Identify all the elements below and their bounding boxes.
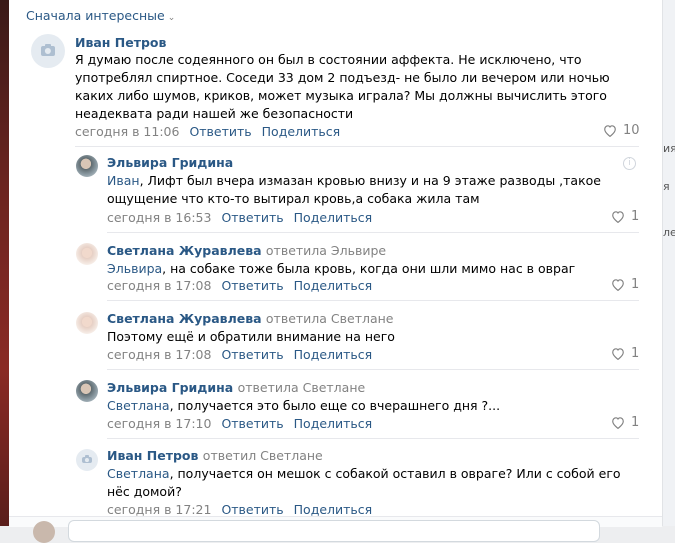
comment-time[interactable]: сегодня в 17:08 (107, 278, 211, 293)
heart-icon (612, 348, 624, 360)
comment-author[interactable]: Иван Петров (75, 35, 166, 50)
comment-text: Поэтому ещё и обратили внимание на него (107, 328, 637, 346)
author-name[interactable]: Иван Петров (75, 35, 166, 50)
reply-to-label[interactable]: ответила Эльвире (266, 243, 386, 258)
current-user-avatar (33, 521, 55, 543)
sort-dropdown[interactable]: Сначала интересные ⌄ (26, 8, 175, 23)
comment-text: Светлана, получается он мешок с собакой … (107, 465, 637, 501)
like-button[interactable]: 1 (611, 277, 639, 292)
like-button[interactable]: 10 (603, 123, 640, 138)
comment-text: Эльвира, на собаке тоже была кровь, когд… (107, 260, 637, 278)
comment-meta: сегодня в 16:53 Ответить Поделиться (107, 210, 372, 225)
comment-time[interactable]: сегодня в 16:53 (107, 210, 211, 225)
mention-link[interactable]: Светлана (107, 466, 170, 481)
like-count: 1 (631, 415, 640, 430)
comment-body: , получается он мешок с собакой оставил … (107, 466, 621, 499)
comment-time[interactable]: сегодня в 17:21 (107, 502, 211, 517)
side-panel-edge: ия я ле (663, 0, 675, 526)
like-button[interactable]: 1 (611, 346, 639, 361)
background-edge (0, 0, 9, 526)
avatar[interactable] (31, 34, 65, 68)
comment-author[interactable]: Светлана Журавлева ответила Эльвире (107, 243, 386, 258)
comment-time[interactable]: сегодня в 17:10 (107, 416, 211, 431)
divider (75, 146, 639, 147)
reply-button[interactable]: Ответить (221, 416, 283, 431)
avatar[interactable] (76, 155, 98, 177)
comment-meta: сегодня в 11:06 Ответить Поделиться (75, 124, 340, 139)
comment-meta: сегодня в 17:08 Ответить Поделиться (107, 278, 372, 293)
like-count: 1 (631, 277, 640, 292)
comment-time[interactable]: сегодня в 17:08 (107, 347, 211, 362)
avatar[interactable] (76, 449, 98, 471)
comment-body: , получается это было еще со вчерашнего … (169, 398, 501, 413)
reply-button[interactable]: Ответить (189, 124, 251, 139)
share-button[interactable]: Поделиться (294, 502, 373, 517)
divider (107, 232, 639, 233)
avatar[interactable] (76, 380, 98, 402)
mention-link[interactable]: Иван (107, 173, 140, 188)
share-button[interactable]: Поделиться (294, 210, 373, 225)
comment-body: , на собаке тоже была кровь, когда они ш… (162, 261, 576, 276)
comment-body: Я думаю после содеянного он был в состоя… (75, 52, 610, 121)
share-button[interactable]: Поделиться (294, 347, 373, 362)
side-text: я (663, 180, 670, 193)
comment-author[interactable]: Эльвира Гридина (107, 155, 233, 170)
reply-to-label[interactable]: ответила Светлане (266, 311, 394, 326)
heart-icon (612, 211, 624, 223)
avatar[interactable] (76, 243, 98, 265)
mention-link[interactable]: Светлана (107, 398, 170, 413)
comment-meta: сегодня в 17:21 Ответить Поделиться (107, 502, 372, 517)
author-name[interactable]: Эльвира Гридина (107, 380, 233, 395)
like-count: 10 (623, 123, 640, 138)
share-button[interactable]: Поделиться (262, 124, 341, 139)
side-text: ия (663, 142, 675, 155)
comments-panel: Сначала интересные ⌄ Иван Петров Я думаю … (9, 0, 663, 526)
comment-text: Я думаю после содеянного он был в состоя… (75, 51, 635, 123)
like-button[interactable]: 1 (611, 415, 639, 430)
divider (107, 300, 639, 301)
info-icon[interactable]: i (623, 157, 636, 170)
comment-text: Иван, Лифт был вчера измазан кровью вниз… (107, 172, 637, 208)
comment-author[interactable]: Светлана Журавлева ответила Светлане (107, 311, 394, 326)
divider (107, 438, 639, 439)
camera-icon (40, 43, 56, 57)
author-name[interactable]: Светлана Журавлева (107, 243, 262, 258)
share-button[interactable]: Поделиться (294, 416, 373, 431)
side-text: ле (663, 226, 675, 239)
like-count: 1 (631, 209, 640, 224)
reply-button[interactable]: Ответить (221, 347, 283, 362)
comment-input[interactable] (68, 520, 600, 542)
like-button[interactable]: 1 (611, 209, 639, 224)
comment-author[interactable]: Иван Петров ответил Светлане (107, 448, 323, 463)
comment-time[interactable]: сегодня в 11:06 (75, 124, 179, 139)
heart-icon (604, 125, 616, 137)
avatar[interactable] (76, 312, 98, 334)
author-name[interactable]: Светлана Журавлева (107, 311, 262, 326)
mention-link[interactable]: Эльвира (107, 261, 162, 276)
reply-to-label[interactable]: ответила Светлане (238, 380, 366, 395)
author-name[interactable]: Иван Петров (107, 448, 198, 463)
heart-icon (612, 417, 624, 429)
comment-text: Светлана, получается это было еще со вче… (107, 397, 637, 415)
comment-body: , Лифт был вчера измазан кровью внизу и … (107, 173, 601, 206)
like-count: 1 (631, 346, 640, 361)
comment-author[interactable]: Эльвира Гридина ответила Светлане (107, 380, 365, 395)
share-button[interactable]: Поделиться (294, 278, 373, 293)
heart-icon (612, 279, 624, 291)
chevron-down-icon: ⌄ (167, 13, 176, 23)
comment-meta: сегодня в 17:10 Ответить Поделиться (107, 416, 372, 431)
reply-button[interactable]: Ответить (221, 502, 283, 517)
camera-icon (82, 455, 92, 464)
sort-label: Сначала интересные (26, 8, 165, 23)
comment-body: Поэтому ещё и обратили внимание на него (107, 329, 395, 344)
author-name[interactable]: Эльвира Гридина (107, 155, 233, 170)
reply-to-label[interactable]: ответил Светлане (203, 448, 323, 463)
comment-meta: сегодня в 17:08 Ответить Поделиться (107, 347, 372, 362)
divider (107, 369, 639, 370)
reply-button[interactable]: Ответить (221, 278, 283, 293)
reply-button[interactable]: Ответить (221, 210, 283, 225)
